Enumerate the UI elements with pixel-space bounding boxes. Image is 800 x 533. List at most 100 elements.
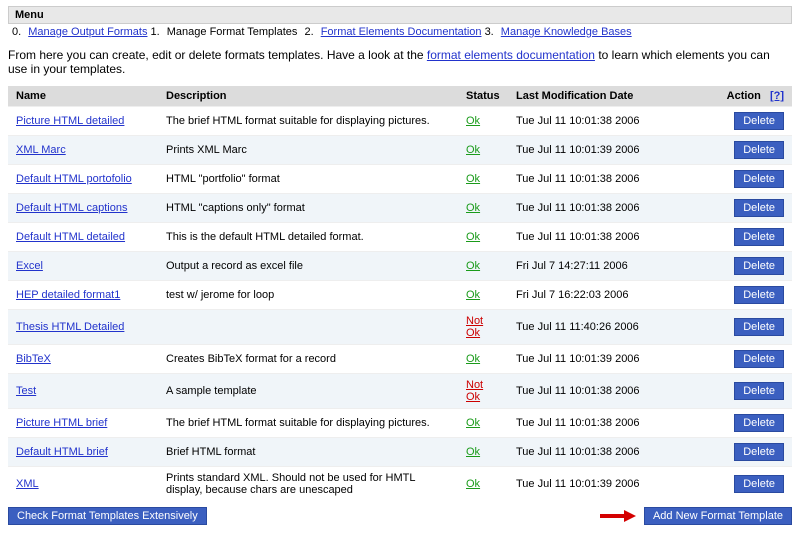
template-name-link[interactable]: XML bbox=[16, 478, 39, 490]
delete-button[interactable]: Delete bbox=[734, 141, 784, 159]
th-action: Action [?] bbox=[668, 86, 792, 107]
status-link[interactable]: Ok bbox=[466, 260, 480, 272]
modification-date: Tue Jul 11 10:01:38 2006 bbox=[508, 165, 668, 194]
status-link[interactable]: Ok bbox=[466, 173, 480, 185]
breadcrumb-item[interactable]: Manage Output Formats bbox=[28, 26, 147, 38]
delete-button[interactable]: Delete bbox=[734, 318, 784, 336]
status-link[interactable]: Ok bbox=[466, 144, 480, 156]
table-row: BibTeX Creates BibTeX format for a record… bbox=[8, 345, 792, 374]
footer-row: Check Format Templates Extensively Add N… bbox=[8, 507, 792, 525]
th-name: Name bbox=[8, 86, 158, 107]
table-row: Test A sample template Not Ok Tue Jul 11 10… bbox=[8, 374, 792, 409]
template-name-link[interactable]: Default HTML brief bbox=[16, 446, 108, 458]
status-link[interactable]: Ok bbox=[466, 417, 480, 429]
modification-date: Tue Jul 11 10:01:38 2006 bbox=[508, 223, 668, 252]
add-template-button[interactable]: Add New Format Template bbox=[644, 507, 792, 525]
modification-date: Tue Jul 11 10:01:39 2006 bbox=[508, 467, 668, 502]
status-link[interactable]: Not Ok bbox=[466, 315, 483, 339]
delete-button[interactable]: Delete bbox=[734, 414, 784, 432]
delete-button[interactable]: Delete bbox=[734, 475, 784, 493]
modification-date: Tue Jul 11 10:01:38 2006 bbox=[508, 374, 668, 409]
template-name-link[interactable]: Test bbox=[16, 385, 36, 397]
breadcrumb-item[interactable]: Manage Knowledge Bases bbox=[501, 26, 632, 38]
modification-date: Tue Jul 11 10:01:38 2006 bbox=[508, 107, 668, 136]
template-description: Prints standard XML. Should not be used … bbox=[158, 467, 458, 502]
template-name-link[interactable]: Default HTML captions bbox=[16, 202, 127, 214]
arrow-icon bbox=[600, 509, 636, 523]
template-name-link[interactable]: Excel bbox=[16, 260, 43, 272]
intro-link[interactable]: format elements documentation bbox=[427, 48, 595, 62]
table-row: Default HTML brief Brief HTML format Ok Tue… bbox=[8, 438, 792, 467]
status-link[interactable]: Ok bbox=[466, 353, 480, 365]
intro-text: From here you can create, edit or delete… bbox=[8, 48, 792, 76]
template-description bbox=[158, 310, 458, 345]
template-description: Brief HTML format bbox=[158, 438, 458, 467]
delete-button[interactable]: Delete bbox=[734, 199, 784, 217]
template-description: The brief HTML format suitable for displ… bbox=[158, 409, 458, 438]
table-row: Default HTML captions HTML "captions only… bbox=[8, 194, 792, 223]
template-description: Output a record as excel file bbox=[158, 252, 458, 281]
template-name-link[interactable]: BibTeX bbox=[16, 353, 51, 365]
check-templates-button[interactable]: Check Format Templates Extensively bbox=[8, 507, 207, 525]
status-link[interactable]: Ok bbox=[466, 202, 480, 214]
templates-table: Name Description Status Last Modificatio… bbox=[8, 86, 792, 501]
template-description: Creates BibTeX format for a record bbox=[158, 345, 458, 374]
modification-date: Fri Jul 7 16:22:03 2006 bbox=[508, 281, 668, 310]
table-row: Thesis HTML Detailed Not Ok Tue Jul 11 11:… bbox=[8, 310, 792, 345]
status-link[interactable]: Ok bbox=[466, 231, 480, 243]
delete-button[interactable]: Delete bbox=[734, 170, 784, 188]
template-name-link[interactable]: HEP detailed format1 bbox=[16, 289, 120, 301]
breadcrumb-item: Manage Format Templates bbox=[167, 26, 298, 38]
template-name-link[interactable]: Picture HTML brief bbox=[16, 417, 107, 429]
table-row: Excel Output a record as excel file Ok Fri … bbox=[8, 252, 792, 281]
template-name-link[interactable]: XML Marc bbox=[16, 144, 66, 156]
delete-button[interactable]: Delete bbox=[734, 382, 784, 400]
table-row: HEP detailed format1 test w/ jerome for l… bbox=[8, 281, 792, 310]
delete-button[interactable]: Delete bbox=[734, 443, 784, 461]
template-description: HTML "portfolio" format bbox=[158, 165, 458, 194]
menu-title: Menu bbox=[15, 9, 44, 21]
delete-button[interactable]: Delete bbox=[734, 257, 784, 275]
template-description: The brief HTML format suitable for displ… bbox=[158, 107, 458, 136]
table-row: Picture HTML brief The brief HTML format … bbox=[8, 409, 792, 438]
delete-button[interactable]: Delete bbox=[734, 286, 784, 304]
table-row: Default HTML portofolio HTML "portfolio" … bbox=[8, 165, 792, 194]
th-date: Last Modification Date bbox=[508, 86, 668, 107]
table-row: Default HTML detailed This is the default… bbox=[8, 223, 792, 252]
modification-date: Tue Jul 11 10:01:38 2006 bbox=[508, 409, 668, 438]
template-name-link[interactable]: Thesis HTML Detailed bbox=[16, 321, 124, 333]
modification-date: Tue Jul 11 10:01:38 2006 bbox=[508, 194, 668, 223]
modification-date: Tue Jul 11 10:01:39 2006 bbox=[508, 345, 668, 374]
status-link[interactable]: Ok bbox=[466, 478, 480, 490]
modification-date: Tue Jul 11 10:01:38 2006 bbox=[508, 438, 668, 467]
breadcrumb-item[interactable]: Format Elements Documentation bbox=[321, 26, 482, 38]
table-row: XML Marc Prints XML Marc Ok Tue Jul 11 10:0… bbox=[8, 136, 792, 165]
status-link[interactable]: Not Ok bbox=[466, 379, 483, 403]
modification-date: Tue Jul 11 11:40:26 2006 bbox=[508, 310, 668, 345]
table-row: XML Prints standard XML. Should not be us… bbox=[8, 467, 792, 502]
template-description: This is the default HTML detailed format… bbox=[158, 223, 458, 252]
status-link[interactable]: Ok bbox=[466, 289, 480, 301]
template-name-link[interactable]: Picture HTML detailed bbox=[16, 115, 124, 127]
status-link[interactable]: Ok bbox=[466, 446, 480, 458]
th-status: Status bbox=[458, 86, 508, 107]
template-description: Prints XML Marc bbox=[158, 136, 458, 165]
template-description: test w/ jerome for loop bbox=[158, 281, 458, 310]
action-help-link[interactable]: [?] bbox=[770, 90, 784, 102]
breadcrumb: 0. Manage Output Formats 1. Manage Forma… bbox=[12, 26, 792, 38]
menu-bar: Menu bbox=[8, 6, 792, 24]
template-description: HTML "captions only" format bbox=[158, 194, 458, 223]
delete-button[interactable]: Delete bbox=[734, 350, 784, 368]
template-name-link[interactable]: Default HTML portofolio bbox=[16, 173, 132, 185]
delete-button[interactable]: Delete bbox=[734, 112, 784, 130]
template-description: A sample template bbox=[158, 374, 458, 409]
delete-button[interactable]: Delete bbox=[734, 228, 784, 246]
th-description: Description bbox=[158, 86, 458, 107]
modification-date: Fri Jul 7 14:27:11 2006 bbox=[508, 252, 668, 281]
intro-prefix: From here you can create, edit or delete… bbox=[8, 48, 427, 62]
table-row: Picture HTML detailed The brief HTML form… bbox=[8, 107, 792, 136]
status-link[interactable]: Ok bbox=[466, 115, 480, 127]
template-name-link[interactable]: Default HTML detailed bbox=[16, 231, 125, 243]
modification-date: Tue Jul 11 10:01:39 2006 bbox=[508, 136, 668, 165]
templates-tbody: Picture HTML detailed The brief HTML form… bbox=[8, 107, 792, 502]
